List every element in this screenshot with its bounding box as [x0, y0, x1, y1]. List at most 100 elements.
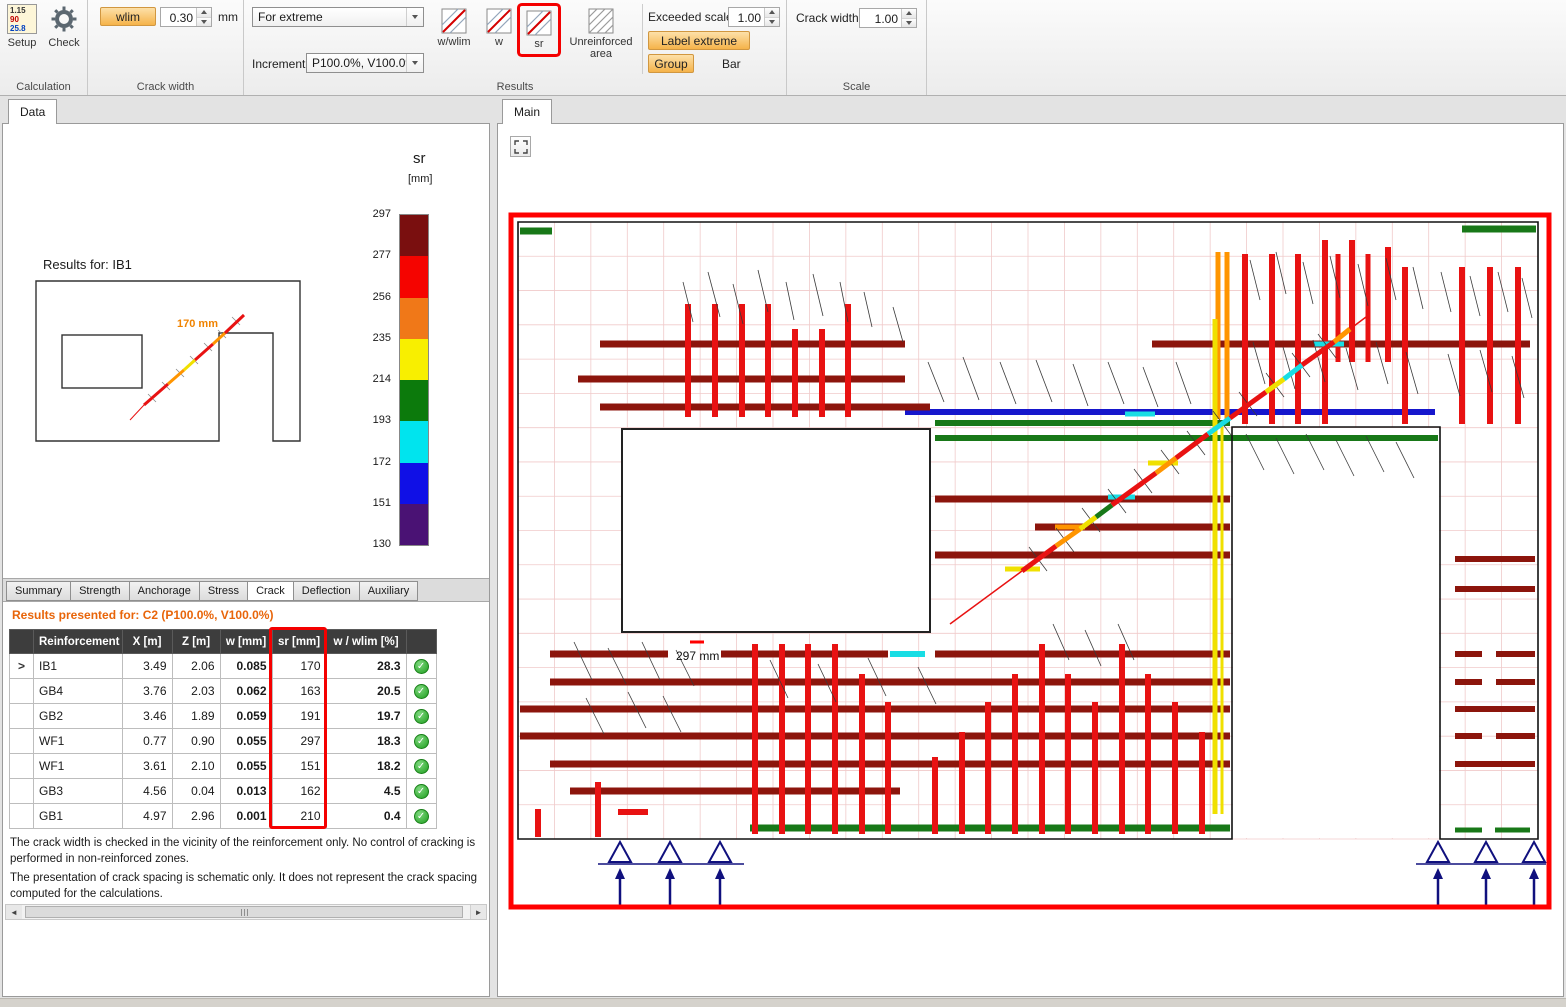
status-ok-icon: ✓: [414, 734, 429, 749]
status-column-header: [406, 630, 436, 654]
cell-sr: 163: [272, 679, 326, 704]
scroll-left-button[interactable]: ◄: [6, 905, 22, 919]
column-header[interactable]: X [m]: [122, 630, 172, 654]
column-header[interactable]: Z [m]: [172, 630, 220, 654]
exceeded-scale-spin-buttons[interactable]: [764, 8, 779, 26]
exceeded-scale-value: 1.00: [729, 8, 764, 26]
result-tab-crack[interactable]: Crack: [247, 581, 294, 601]
spin-up-icon: [906, 11, 912, 15]
results-table: ReinforcementX [m]Z [m]w [mm]sr [mm]w / …: [9, 629, 437, 829]
cell-name: WF1: [34, 729, 123, 754]
colorbar-tick-label: 193: [349, 414, 391, 426]
table-row-GB2[interactable]: GB23.461.890.05919119.7✓: [10, 704, 437, 729]
colorbar-block: [400, 463, 428, 504]
gear-icon: [49, 4, 79, 34]
scale-crack-width-label: Crack width: [796, 11, 859, 25]
check-button[interactable]: Check: [44, 3, 84, 65]
setup-label: Setup: [8, 37, 37, 49]
result-tab-strength[interactable]: Strength: [70, 581, 130, 601]
status-ok-icon: ✓: [414, 784, 429, 799]
colorbar-block: [400, 298, 428, 339]
cell-sr: 210: [272, 804, 326, 829]
cell-sr: 191: [272, 704, 326, 729]
exceeded-scale-spinner[interactable]: 1.00: [728, 7, 780, 27]
colorbar-title: sr: [413, 150, 426, 167]
table-row-WF1[interactable]: WF10.770.900.05529718.3✓: [10, 729, 437, 754]
scale-spin-buttons[interactable]: [901, 9, 916, 27]
results-header: Results presented for: C2 (P100.0%, V100…: [12, 608, 273, 622]
result-tab-anchorage[interactable]: Anchorage: [129, 581, 200, 601]
colorbar-tick-label: 172: [349, 456, 391, 468]
result-tab-summary[interactable]: Summary: [6, 581, 71, 601]
cell-name: GB3: [34, 779, 123, 804]
table-row-GB3[interactable]: GB34.560.040.0131624.5✓: [10, 779, 437, 804]
cell-ratio: 28.3: [326, 654, 406, 679]
column-header[interactable]: sr [mm]: [272, 630, 326, 654]
row-selector[interactable]: [10, 754, 34, 779]
svg-text:297 mm: 297 mm: [676, 649, 719, 663]
spin-down-icon: [906, 21, 912, 25]
colorbar-block: [400, 256, 428, 297]
cell-x: 3.61: [122, 754, 172, 779]
horizontal-scrollbar[interactable]: ◄ ►: [5, 904, 487, 920]
w-wlim-label: w/wlim: [438, 36, 471, 48]
for-extreme-value: For extreme: [253, 10, 406, 24]
setup-icon-number: 90: [10, 15, 36, 24]
status-cell: ✓: [406, 754, 436, 779]
status-cell: ✓: [406, 679, 436, 704]
table-row-GB4[interactable]: GB43.762.030.06216320.5✓: [10, 679, 437, 704]
colorbar-tick-label: 277: [349, 249, 391, 261]
unreinforced-area-label: Unreinforced area: [567, 36, 635, 60]
row-selector[interactable]: [10, 704, 34, 729]
status-cell: ✓: [406, 654, 436, 679]
row-selector[interactable]: [10, 679, 34, 704]
selector-column-header: [10, 630, 34, 654]
table-row-IB1[interactable]: >IB13.492.060.08517028.3✓: [10, 654, 437, 679]
expand-button[interactable]: [510, 136, 531, 157]
row-selector[interactable]: [10, 729, 34, 754]
column-header[interactable]: Reinforcement: [34, 630, 123, 654]
w-wlim-button[interactable]: w/wlim: [430, 4, 478, 52]
cell-x: 3.76: [122, 679, 172, 704]
cell-w: 0.001: [220, 804, 272, 829]
cell-w: 0.062: [220, 679, 272, 704]
scale-spinner[interactable]: 1.00: [859, 8, 917, 28]
tab-data[interactable]: Data: [8, 99, 57, 124]
increment-dropdown[interactable]: P100.0%, V100.0%: [306, 53, 424, 73]
crack-width-group-label: Crack width: [88, 81, 243, 93]
colorbar-tick-label: 235: [349, 332, 391, 344]
cell-ratio: 20.5: [326, 679, 406, 704]
scroll-track[interactable]: [22, 905, 470, 919]
setup-button[interactable]: 1.15 90 25.8 Setup: [2, 3, 42, 65]
unreinforced-area-button[interactable]: Unreinforced area: [564, 4, 638, 64]
wlim-value-spinner[interactable]: 0.30: [160, 7, 212, 27]
scroll-thumb[interactable]: [25, 906, 463, 918]
structure-drawing[interactable]: 297 mm: [508, 212, 1552, 912]
w-button[interactable]: w: [482, 4, 516, 52]
group-button[interactable]: Group: [648, 54, 694, 73]
colorbar-tick-label: 130: [349, 538, 391, 550]
row-selector[interactable]: [10, 779, 34, 804]
label-extreme-button[interactable]: Label extreme: [648, 31, 750, 50]
row-selector[interactable]: [10, 804, 34, 829]
result-tab-stress[interactable]: Stress: [199, 581, 248, 601]
result-tab-deflection[interactable]: Deflection: [293, 581, 360, 601]
setup-icon-number: 1.15: [10, 6, 36, 15]
tab-main[interactable]: Main: [502, 99, 552, 124]
sr-button[interactable]: sr: [520, 6, 558, 54]
row-selector[interactable]: >: [10, 654, 34, 679]
result-tab-auxiliary[interactable]: Auxiliary: [359, 581, 419, 601]
scroll-right-button[interactable]: ►: [470, 905, 486, 919]
cell-w: 0.055: [220, 754, 272, 779]
table-row-GB1[interactable]: GB14.972.960.0012100.4✓: [10, 804, 437, 829]
wlim-spin-buttons[interactable]: [196, 8, 211, 26]
cell-ratio: 19.7: [326, 704, 406, 729]
table-row-WF1[interactable]: WF13.612.100.05515118.2✓: [10, 754, 437, 779]
wlim-button[interactable]: wlim: [100, 7, 156, 26]
cell-name: GB2: [34, 704, 123, 729]
expand-icon: [514, 140, 528, 154]
column-header[interactable]: w [mm]: [220, 630, 272, 654]
preview-title: Results for: IB1: [43, 257, 132, 272]
for-extreme-dropdown[interactable]: For extreme: [252, 7, 424, 27]
column-header[interactable]: w / wlim [%]: [326, 630, 406, 654]
